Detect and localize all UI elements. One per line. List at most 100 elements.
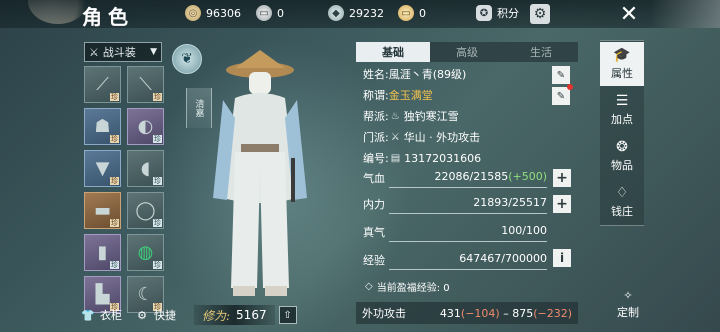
exp-value: 647467/700000 <box>459 252 547 265</box>
equip-slot-helmet[interactable]: ☗ 珍 <box>84 108 121 145</box>
right-boot <box>265 286 287 296</box>
score-button[interactable]: ✪ 积分 <box>476 5 519 21</box>
hp-value-group: 22086/21585(+500) <box>435 170 548 183</box>
attack-value-group: 431(−104) – 875(−232) <box>440 307 572 320</box>
name-label: 姓名: <box>363 68 389 81</box>
shortcut-button[interactable]: ⚙ 快捷 <box>134 307 176 323</box>
attack-low-mod: (−104) <box>460 306 500 320</box>
left-boot <box>233 286 255 296</box>
hp-underline <box>389 187 547 188</box>
id-value: 13172031606 <box>404 151 482 165</box>
tab-advanced[interactable]: 高级 <box>430 42 504 62</box>
quality-tag: 珍 <box>153 219 162 227</box>
surplus-exp-row: ◇ 当前盈福经验: 0 <box>363 278 450 294</box>
add-mp-button[interactable]: + <box>553 195 571 213</box>
mp-value: 21893/25517 <box>473 196 547 209</box>
currency-ingot: ◆ 29232 <box>328 5 384 21</box>
currency-gold: ▭ 0 <box>398 5 426 21</box>
coin-icon: ◎ <box>185 5 201 21</box>
hp-bonus: (+500) <box>508 170 547 183</box>
currency-silver: ▭ 0 <box>256 5 284 21</box>
true-qi-value: 100/100 <box>501 224 547 237</box>
quality-tag: 珍 <box>110 177 119 185</box>
brush-icon: ✎ <box>556 90 566 102</box>
close-icon: ✕ <box>619 1 639 27</box>
side-tab-items[interactable]: ❂ 物品 <box>600 134 644 178</box>
corner-decoration <box>650 0 720 28</box>
quality-tag: 珍 <box>110 135 119 143</box>
guild-value: 独钓寒江雪 <box>403 110 459 123</box>
id-label: 编号: <box>363 152 389 165</box>
currency-coin-value: 96306 <box>206 6 241 20</box>
side-tab-bank[interactable]: ♢ 钱庄 <box>600 180 644 224</box>
cultivation-upgrade-button[interactable]: ⇧ <box>278 306 297 324</box>
side-tab-points[interactable]: ☰ 加点 <box>600 88 644 132</box>
attack-label: 外功攻击 <box>362 307 406 320</box>
surplus-exp-label: 当前盈福经验: 0 <box>376 282 450 294</box>
equip-slot-jade-bracelet[interactable]: ◍ 珍 <box>127 234 164 271</box>
quality-tag: 珍 <box>153 93 162 101</box>
customize-label: 定制 <box>617 305 639 319</box>
tab-life[interactable]: 生活 <box>504 42 578 62</box>
exp-row: 经验 647467/700000 <box>363 250 547 270</box>
side-tab-points-label: 加点 <box>611 113 633 126</box>
equip-slot-arm-guard[interactable]: ◖ 珍 <box>127 150 164 187</box>
name-row: 姓名: 風涯丶青(89级) <box>363 66 466 82</box>
flute <box>291 158 295 202</box>
equip-slot-leg-guard[interactable]: ▮ 珍 <box>84 234 121 271</box>
equipment-set-dropdown[interactable]: ⚔ 战斗装 ▼ <box>84 42 162 62</box>
cultivation-display: 修为: 5167 <box>194 305 275 325</box>
flute-icon: ⟋ <box>96 74 109 95</box>
diamond-icon: ◇ <box>365 280 373 292</box>
close-button[interactable]: ✕ <box>612 0 646 28</box>
mp-row: 内力 21893/25517 <box>363 194 547 214</box>
exp-underline <box>389 269 547 270</box>
hook-icon: ☾ <box>137 284 154 305</box>
chest-armor-icon: ▼ <box>95 158 110 179</box>
equip-slot-chest[interactable]: ▼ 珍 <box>84 150 121 187</box>
quality-tag: 珍 <box>153 261 162 269</box>
arrow-up-icon: ⇧ <box>283 309 292 321</box>
side-tab-attributes-label: 属性 <box>611 67 633 80</box>
title-row: 称谓: 金玉满堂 <box>363 87 433 103</box>
hp-value: 22086/21585 <box>434 170 509 183</box>
character-figure[interactable] <box>205 48 315 306</box>
equipment-set-name: 战斗装 <box>102 46 136 59</box>
hp-row: 气血 22086/21585(+500) <box>363 168 547 188</box>
true-qi-underline <box>389 241 547 242</box>
attack-row: 外功攻击 431(−104) – 875(−232) <box>356 302 578 324</box>
shortcut-label: 快捷 <box>154 309 176 322</box>
equip-slot-belt[interactable]: ▬ 珍 <box>84 192 121 229</box>
score-icon: ✪ <box>476 5 492 21</box>
sect-emblem[interactable]: ❦ <box>172 44 202 74</box>
bracer-icon: ◐ <box>137 116 154 137</box>
brush-icon: ✎ <box>556 69 566 81</box>
wardrobe-button[interactable]: 👕 衣柜 <box>80 307 122 323</box>
settings-button[interactable]: ⚙ <box>530 4 550 24</box>
equip-slot-bracer[interactable]: ◐ 珍 <box>127 108 164 145</box>
currency-ingot-value: 29232 <box>349 6 384 20</box>
quality-tag: 珍 <box>153 135 162 143</box>
quality-tag: 珍 <box>153 177 162 185</box>
side-tab-items-label: 物品 <box>611 159 633 172</box>
edit-title-button[interactable]: ✎ <box>552 84 573 105</box>
exp-label: 经验 <box>363 254 385 267</box>
equip-slot-ring[interactable]: ◯ 珍 <box>127 192 164 229</box>
equip-slot-staff[interactable]: ⟍ 珍 <box>127 66 164 103</box>
pouch-icon: ❂ <box>616 139 628 155</box>
sliders-icon: ☰ <box>615 93 629 109</box>
exp-info-button[interactable]: i <box>553 249 571 267</box>
edit-name-button[interactable]: ✎ <box>552 66 570 84</box>
tab-basic[interactable]: 基础 <box>356 42 430 62</box>
quality-tag: 珍 <box>110 261 119 269</box>
side-tab-attributes[interactable]: 🎓 属性 <box>600 42 644 86</box>
silver-ticket-icon: ▭ <box>256 5 272 21</box>
cultivation-label: 修为: <box>202 308 231 323</box>
side-tab-bank-label: 钱庄 <box>611 205 633 218</box>
equip-slot-flute[interactable]: ⟋ 珍 <box>84 66 121 103</box>
bottom-bar: 👕 衣柜 ⚙ 快捷 修为: 5167 ⇧ <box>80 304 324 326</box>
add-hp-button[interactable]: + <box>553 169 571 187</box>
sword-icon: ⚔ <box>89 45 99 59</box>
shirt-icon: 👕 <box>81 308 95 322</box>
customize-button[interactable]: ✧ 定制 <box>608 286 648 322</box>
